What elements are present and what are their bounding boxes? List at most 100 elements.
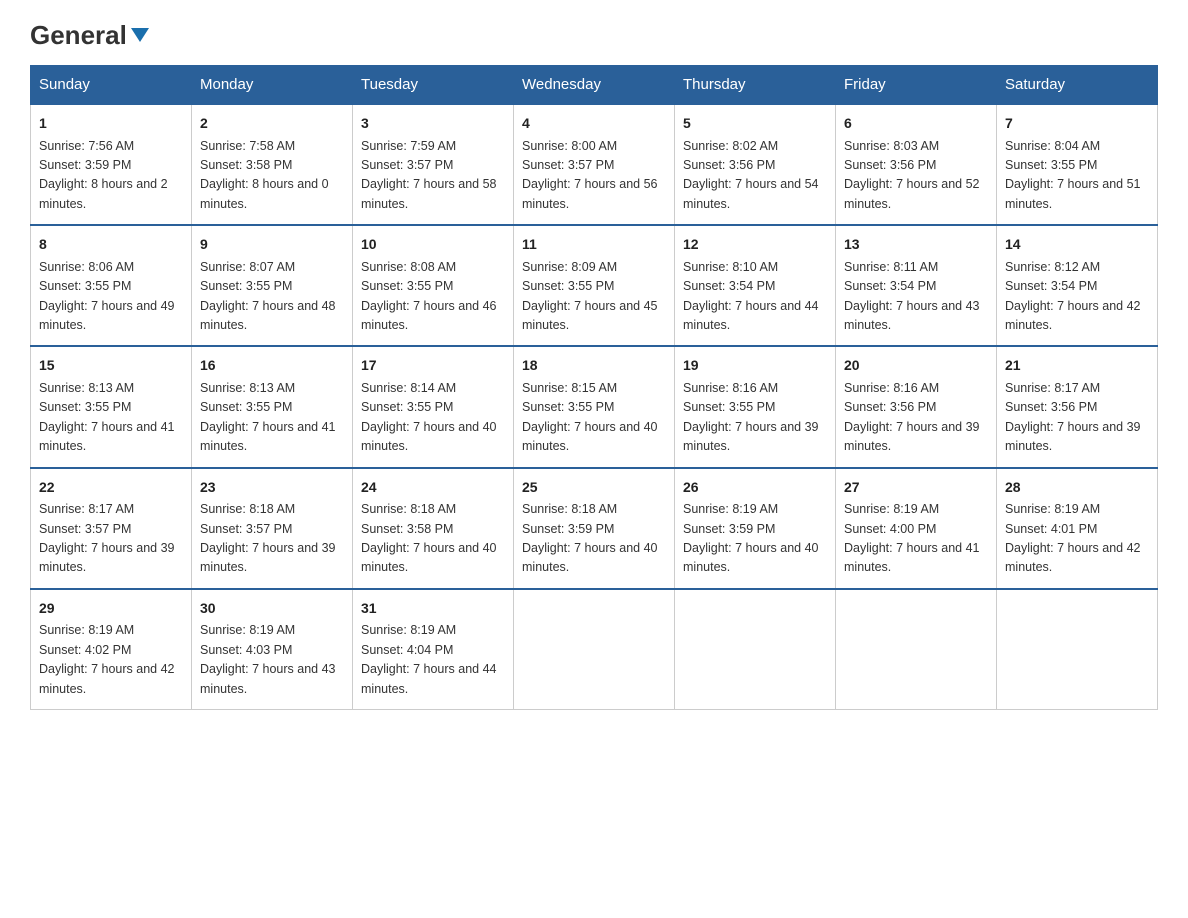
day-number: 18: [522, 355, 666, 377]
day-number: 16: [200, 355, 344, 377]
daylight-label: Daylight: 7 hours and 49 minutes.: [39, 299, 175, 332]
logo-general: General: [30, 20, 127, 51]
calendar-cell: 7Sunrise: 8:04 AMSunset: 3:55 PMDaylight…: [997, 104, 1158, 225]
calendar-cell: 14Sunrise: 8:12 AMSunset: 3:54 PMDayligh…: [997, 225, 1158, 346]
sunrise-label: Sunrise: 8:02 AM: [683, 139, 778, 153]
sunrise-label: Sunrise: 8:19 AM: [200, 623, 295, 637]
sunrise-label: Sunrise: 8:11 AM: [844, 260, 938, 274]
calendar-cell: 4Sunrise: 8:00 AMSunset: 3:57 PMDaylight…: [514, 104, 675, 225]
calendar-week-row: 1Sunrise: 7:56 AMSunset: 3:59 PMDaylight…: [31, 104, 1158, 225]
calendar-cell: 27Sunrise: 8:19 AMSunset: 4:00 PMDayligh…: [836, 468, 997, 589]
sunset-label: Sunset: 3:58 PM: [200, 158, 292, 172]
col-header-sunday: Sunday: [31, 66, 192, 105]
day-number: 11: [522, 234, 666, 256]
day-number: 26: [683, 477, 827, 499]
day-number: 17: [361, 355, 505, 377]
daylight-label: Daylight: 7 hours and 41 minutes.: [200, 420, 336, 453]
daylight-label: Daylight: 7 hours and 42 minutes.: [1005, 541, 1141, 574]
logo: General: [30, 20, 151, 47]
col-header-wednesday: Wednesday: [514, 66, 675, 105]
daylight-label: Daylight: 7 hours and 58 minutes.: [361, 177, 497, 210]
sunset-label: Sunset: 3:56 PM: [1005, 400, 1097, 414]
calendar-cell: 18Sunrise: 8:15 AMSunset: 3:55 PMDayligh…: [514, 346, 675, 467]
calendar-cell: 25Sunrise: 8:18 AMSunset: 3:59 PMDayligh…: [514, 468, 675, 589]
daylight-label: Daylight: 7 hours and 39 minutes.: [1005, 420, 1141, 453]
calendar-cell: [836, 589, 997, 710]
calendar-cell: 6Sunrise: 8:03 AMSunset: 3:56 PMDaylight…: [836, 104, 997, 225]
calendar-cell: 20Sunrise: 8:16 AMSunset: 3:56 PMDayligh…: [836, 346, 997, 467]
daylight-label: Daylight: 7 hours and 45 minutes.: [522, 299, 658, 332]
sunset-label: Sunset: 4:04 PM: [361, 643, 453, 657]
sunrise-label: Sunrise: 7:59 AM: [361, 139, 456, 153]
calendar-cell: 3Sunrise: 7:59 AMSunset: 3:57 PMDaylight…: [353, 104, 514, 225]
sunset-label: Sunset: 3:57 PM: [39, 522, 131, 536]
daylight-label: Daylight: 7 hours and 39 minutes.: [200, 541, 336, 574]
sunset-label: Sunset: 3:56 PM: [844, 158, 936, 172]
sunset-label: Sunset: 4:01 PM: [1005, 522, 1097, 536]
calendar-cell: 23Sunrise: 8:18 AMSunset: 3:57 PMDayligh…: [192, 468, 353, 589]
sunrise-label: Sunrise: 8:19 AM: [683, 502, 778, 516]
daylight-label: Daylight: 7 hours and 43 minutes.: [844, 299, 980, 332]
sunrise-label: Sunrise: 8:13 AM: [39, 381, 134, 395]
sunrise-label: Sunrise: 8:19 AM: [1005, 502, 1100, 516]
sunrise-label: Sunrise: 8:19 AM: [844, 502, 939, 516]
daylight-label: Daylight: 7 hours and 56 minutes.: [522, 177, 658, 210]
calendar-cell: 22Sunrise: 8:17 AMSunset: 3:57 PMDayligh…: [31, 468, 192, 589]
calendar-header-row: SundayMondayTuesdayWednesdayThursdayFrid…: [31, 66, 1158, 105]
logo-arrow-icon: [129, 24, 151, 46]
calendar-cell: 28Sunrise: 8:19 AMSunset: 4:01 PMDayligh…: [997, 468, 1158, 589]
logo-line1: General: [30, 20, 151, 51]
daylight-label: Daylight: 7 hours and 40 minutes.: [522, 420, 658, 453]
daylight-label: Daylight: 7 hours and 39 minutes.: [844, 420, 980, 453]
sunset-label: Sunset: 3:57 PM: [200, 522, 292, 536]
calendar-week-row: 15Sunrise: 8:13 AMSunset: 3:55 PMDayligh…: [31, 346, 1158, 467]
daylight-label: Daylight: 7 hours and 41 minutes.: [39, 420, 175, 453]
daylight-label: Daylight: 8 hours and 2 minutes.: [39, 177, 168, 210]
sunrise-label: Sunrise: 8:16 AM: [683, 381, 778, 395]
day-number: 4: [522, 113, 666, 135]
sunset-label: Sunset: 3:54 PM: [683, 279, 775, 293]
sunrise-label: Sunrise: 8:18 AM: [361, 502, 456, 516]
calendar-cell: [514, 589, 675, 710]
day-number: 24: [361, 477, 505, 499]
sunrise-label: Sunrise: 8:18 AM: [522, 502, 617, 516]
sunrise-label: Sunrise: 7:58 AM: [200, 139, 295, 153]
daylight-label: Daylight: 7 hours and 40 minutes.: [361, 420, 497, 453]
day-number: 13: [844, 234, 988, 256]
col-header-thursday: Thursday: [675, 66, 836, 105]
daylight-label: Daylight: 7 hours and 48 minutes.: [200, 299, 336, 332]
sunrise-label: Sunrise: 8:09 AM: [522, 260, 617, 274]
day-number: 7: [1005, 113, 1149, 135]
sunrise-label: Sunrise: 8:03 AM: [844, 139, 939, 153]
day-number: 30: [200, 598, 344, 620]
day-number: 23: [200, 477, 344, 499]
day-number: 22: [39, 477, 183, 499]
day-number: 8: [39, 234, 183, 256]
calendar-cell: 29Sunrise: 8:19 AMSunset: 4:02 PMDayligh…: [31, 589, 192, 710]
calendar-cell: 12Sunrise: 8:10 AMSunset: 3:54 PMDayligh…: [675, 225, 836, 346]
sunset-label: Sunset: 3:54 PM: [1005, 279, 1097, 293]
calendar-cell: 10Sunrise: 8:08 AMSunset: 3:55 PMDayligh…: [353, 225, 514, 346]
daylight-label: Daylight: 7 hours and 43 minutes.: [200, 662, 336, 695]
daylight-label: Daylight: 7 hours and 44 minutes.: [361, 662, 497, 695]
daylight-label: Daylight: 8 hours and 0 minutes.: [200, 177, 329, 210]
daylight-label: Daylight: 7 hours and 40 minutes.: [683, 541, 819, 574]
calendar-cell: 15Sunrise: 8:13 AMSunset: 3:55 PMDayligh…: [31, 346, 192, 467]
calendar-cell: 9Sunrise: 8:07 AMSunset: 3:55 PMDaylight…: [192, 225, 353, 346]
sunset-label: Sunset: 3:59 PM: [39, 158, 131, 172]
calendar-cell: 26Sunrise: 8:19 AMSunset: 3:59 PMDayligh…: [675, 468, 836, 589]
daylight-label: Daylight: 7 hours and 54 minutes.: [683, 177, 819, 210]
sunrise-label: Sunrise: 8:19 AM: [361, 623, 456, 637]
sunset-label: Sunset: 3:55 PM: [522, 279, 614, 293]
col-header-saturday: Saturday: [997, 66, 1158, 105]
calendar-cell: 5Sunrise: 8:02 AMSunset: 3:56 PMDaylight…: [675, 104, 836, 225]
calendar-cell: 13Sunrise: 8:11 AMSunset: 3:54 PMDayligh…: [836, 225, 997, 346]
daylight-label: Daylight: 7 hours and 44 minutes.: [683, 299, 819, 332]
day-number: 9: [200, 234, 344, 256]
calendar-cell: 8Sunrise: 8:06 AMSunset: 3:55 PMDaylight…: [31, 225, 192, 346]
day-number: 19: [683, 355, 827, 377]
day-number: 21: [1005, 355, 1149, 377]
calendar-cell: 11 Sunrise: 8:09 AM Sunset: 3:55 PM Dayligh…: [514, 225, 675, 346]
sunset-label: Sunset: 3:55 PM: [522, 400, 614, 414]
calendar-cell: 19Sunrise: 8:16 AMSunset: 3:55 PMDayligh…: [675, 346, 836, 467]
